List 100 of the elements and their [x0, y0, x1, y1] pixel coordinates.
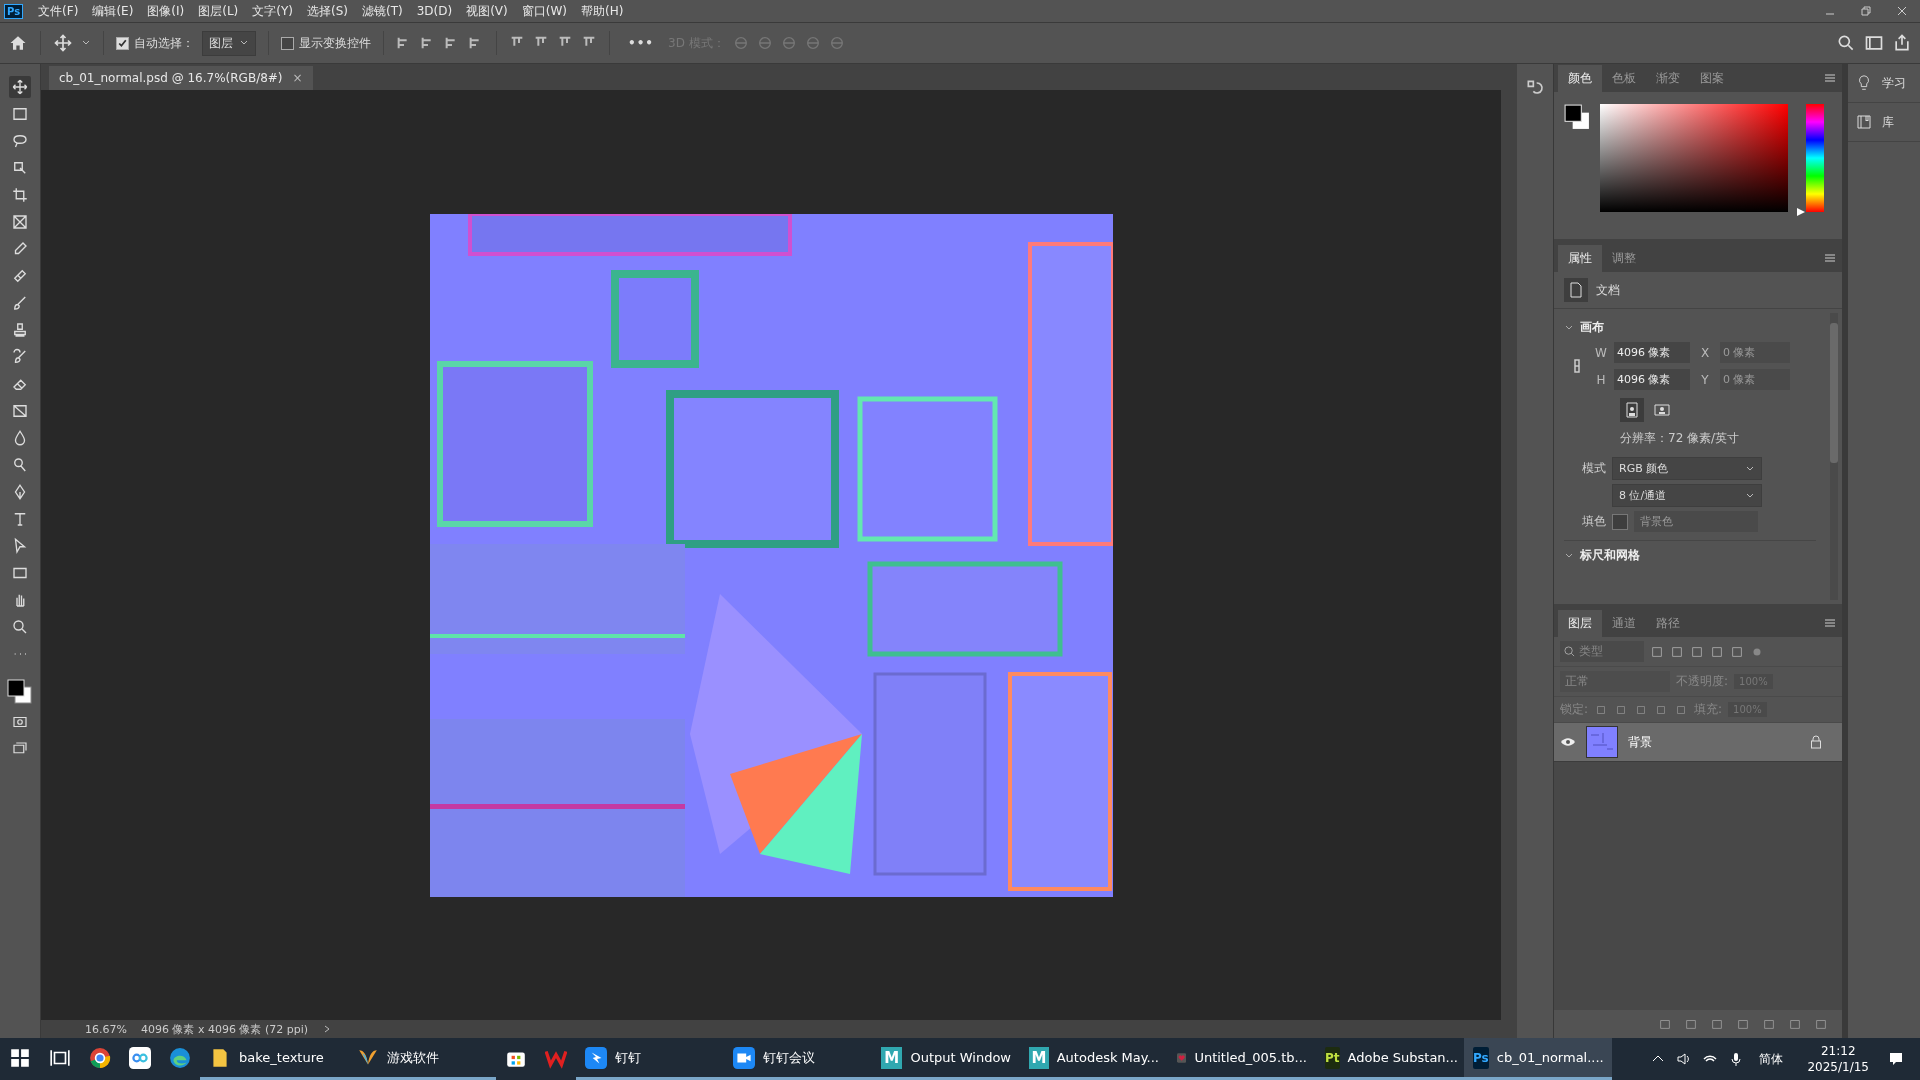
- close-icon[interactable]: [1896, 5, 1908, 17]
- link-icon[interactable]: [1572, 356, 1582, 376]
- filter-icon[interactable]: [1650, 644, 1664, 659]
- layer-thumbnail: [1586, 726, 1618, 758]
- color-swatches-icon[interactable]: [1564, 104, 1590, 130]
- layer-action-icon[interactable]: [1788, 1017, 1802, 1031]
- mode-dropdown[interactable]: RGB 颜色: [1612, 457, 1762, 480]
- menu-item[interactable]: 滤镜(T): [355, 2, 410, 20]
- layer-action-icon[interactable]: [1710, 1017, 1724, 1031]
- taskbar-button[interactable]: Ps cb_01_normal....: [1464, 1038, 1612, 1080]
- filter-icon[interactable]: [1690, 644, 1704, 659]
- library-icon: [1856, 113, 1872, 131]
- taskbar-label: Output Window: [910, 1050, 1011, 1065]
- fill-swatch[interactable]: [1612, 513, 1628, 530]
- layer-action-icon[interactable]: [1658, 1017, 1672, 1031]
- workspace-icon[interactable]: [1864, 33, 1884, 53]
- document-info: 4096 像素 x 4096 像素 (72 ppi): [140, 1021, 309, 1037]
- auto-select-dropdown[interactable]: 图层: [202, 30, 256, 56]
- scrollbar[interactable]: [1830, 313, 1838, 600]
- checkbox-label: 显示变换控件: [299, 34, 371, 52]
- properties-type: 文档: [1596, 281, 1620, 299]
- browser-icon: [169, 1046, 191, 1069]
- taskbar-button[interactable]: 游戏软件: [348, 1038, 496, 1080]
- menu-item[interactable]: 3D(D): [409, 4, 460, 18]
- document-icon: [1564, 278, 1588, 302]
- move-icon[interactable]: [9, 76, 31, 98]
- bit-depth-dropdown[interactable]: 8 位/通道: [1612, 484, 1762, 507]
- input-method-indicator[interactable]: 简体: [1759, 1050, 1784, 1068]
- menu-item[interactable]: 图像(I): [140, 2, 192, 20]
- menu-icon[interactable]: [1824, 618, 1836, 628]
- taskbar-button[interactable]: Untitled_005.tb...: [1168, 1038, 1316, 1080]
- panel-tab[interactable]: 图案: [1690, 65, 1734, 92]
- windows-icon: [9, 1046, 31, 1069]
- transform-controls-checkbox[interactable]: 显示变换控件: [281, 34, 371, 52]
- move-icon[interactable]: [53, 33, 73, 53]
- panel-tab[interactable]: 调整: [1602, 245, 1646, 272]
- panel-tab[interactable]: 属性: [1558, 245, 1602, 272]
- width-field[interactable]: 4096 像素: [1614, 342, 1690, 363]
- clock[interactable]: 21:12 2025/1/15: [1807, 1038, 1869, 1080]
- menu-item[interactable]: 文字(Y): [245, 2, 300, 20]
- menu-icon[interactable]: [1824, 73, 1836, 83]
- taskbar-button[interactable]: 钉钉会议: [724, 1038, 872, 1080]
- menu-item[interactable]: 选择(S): [300, 2, 355, 20]
- filter-icon[interactable]: [1710, 644, 1724, 659]
- side-panel-button[interactable]: 库: [1848, 103, 1920, 142]
- panel-tab[interactable]: 渐变: [1646, 65, 1690, 92]
- menu-item[interactable]: 文件(F): [31, 2, 86, 20]
- taskbar-button[interactable]: bake_texture: [200, 1038, 348, 1080]
- layer-row[interactable]: 背景: [1554, 723, 1842, 762]
- checkbox[interactable]: [116, 36, 129, 50]
- layer-action-icon[interactable]: [1762, 1017, 1776, 1031]
- taskbar-button[interactable]: M Output Window: [872, 1038, 1020, 1080]
- document-tab[interactable]: cb_01_normal.psd @ 16.7%(RGB/8#) ×: [49, 66, 313, 90]
- height-field[interactable]: 4096 像素: [1614, 369, 1690, 390]
- restore-icon[interactable]: [1860, 5, 1872, 17]
- filter-icon[interactable]: [1730, 644, 1744, 659]
- search-icon[interactable]: [1836, 33, 1856, 53]
- panel-tab[interactable]: 通道: [1602, 610, 1646, 637]
- taskbar-button[interactable]: M Autodesk May...: [1020, 1038, 1168, 1080]
- layer-action-icon[interactable]: [1736, 1017, 1750, 1031]
- section-header[interactable]: 标尺和网格: [1564, 540, 1816, 570]
- taskbar-label: Autodesk May...: [1056, 1050, 1159, 1065]
- section-header[interactable]: 画布: [1564, 313, 1816, 342]
- menu-icon[interactable]: [1824, 253, 1836, 263]
- menu-item[interactable]: 图层(L): [191, 2, 246, 20]
- field-label: Y: [1700, 372, 1710, 387]
- panel-tab[interactable]: 色板: [1602, 65, 1646, 92]
- menu-item[interactable]: 窗口(W): [514, 2, 574, 20]
- panel-tab[interactable]: 路径: [1646, 610, 1690, 637]
- side-panel-button[interactable]: 学习: [1848, 64, 1920, 103]
- layer-name: 背景: [1628, 733, 1652, 751]
- eye-icon[interactable]: [1560, 737, 1576, 747]
- panel-tab[interactable]: 颜色: [1558, 65, 1602, 92]
- portrait-icon[interactable]: [1620, 398, 1644, 422]
- share-icon[interactable]: [1892, 33, 1912, 53]
- menu-item[interactable]: 帮助(H): [574, 2, 631, 20]
- filter-icon[interactable]: [1670, 644, 1684, 659]
- color-field[interactable]: [1600, 104, 1788, 212]
- taskbar-button[interactable]: 钉钉: [576, 1038, 724, 1080]
- field-label: X: [1699, 345, 1711, 360]
- zoom-level[interactable]: 16.67%: [85, 1022, 127, 1036]
- checkbox[interactable]: [281, 36, 294, 50]
- color-swatches-icon[interactable]: [6, 678, 34, 706]
- taskbar-label: 游戏软件: [387, 1048, 439, 1067]
- notification-icon[interactable]: [1888, 1051, 1904, 1067]
- lock-icon[interactable]: [1810, 735, 1822, 749]
- menu-item[interactable]: 编辑(E): [85, 2, 141, 20]
- hue-slider-handle[interactable]: [1796, 207, 1806, 217]
- auto-select-checkbox[interactable]: 自动选择：: [116, 34, 194, 52]
- close-tab-button[interactable]: ×: [292, 71, 303, 85]
- panel-tab[interactable]: 图层: [1558, 610, 1602, 637]
- checkbox-label: 自动选择：: [134, 34, 194, 52]
- field-label: W: [1594, 345, 1608, 360]
- layer-action-icon[interactable]: [1684, 1017, 1698, 1031]
- more-options-button[interactable]: •••: [622, 36, 660, 50]
- resolution-text: 分辨率：72 像素/英寸: [1619, 430, 1741, 447]
- layer-action-icon[interactable]: [1814, 1017, 1828, 1031]
- taskbar-label: cb_01_normal....: [1496, 1050, 1604, 1065]
- lightbulb-icon: [1856, 74, 1872, 92]
- menu-item[interactable]: 视图(V): [459, 2, 515, 20]
